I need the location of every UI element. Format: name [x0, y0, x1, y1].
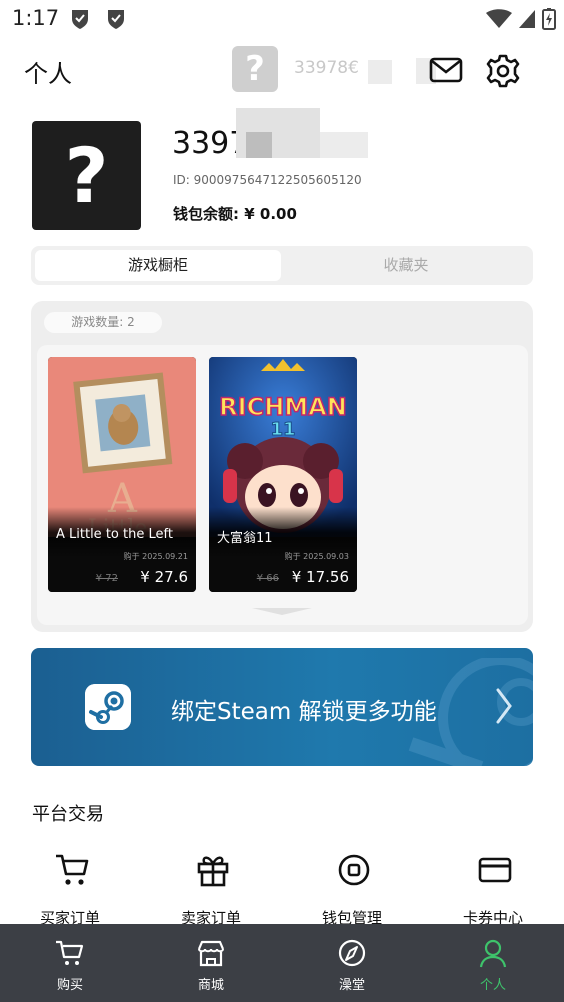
game-card[interactable]: RICHMAN 11 大富翁11 购于 2025.09.03 ¥ 66 ¥ 17…: [209, 357, 357, 592]
mini-username: 33978€: [294, 58, 359, 78]
game-list: A Little A Little to the Left 购于 2025.09…: [37, 345, 528, 625]
battery-icon: [542, 8, 556, 30]
person-icon: [479, 939, 507, 968]
original-price: ¥ 72: [95, 573, 118, 584]
game-card[interactable]: A Little A Little to the Left 购于 2025.09…: [48, 357, 196, 592]
status-bar: 1:17: [0, 0, 564, 38]
chevron-right-icon: [496, 688, 512, 724]
page-title: 个人: [24, 60, 72, 88]
svg-text:RICHMAN: RICHMAN: [219, 393, 347, 421]
original-price: ¥ 66: [256, 573, 279, 584]
svg-text:11: 11: [270, 419, 295, 440]
purchase-date: 购于 2025.09.03: [284, 552, 349, 561]
avatar[interactable]: ?: [32, 121, 141, 230]
section-title: 平台交易: [32, 804, 104, 825]
buyer-orders-button[interactable]: 买家订单: [20, 852, 120, 927]
paid-price: ¥ 27.6: [140, 568, 188, 586]
wifi-icon: [486, 9, 512, 28]
blur-redaction: [368, 60, 392, 84]
tab-game-cabinet[interactable]: 游戏橱柜: [35, 250, 281, 281]
nav-label: 购买: [56, 978, 83, 993]
purchase-date: 购于 2025.09.21: [123, 552, 188, 561]
chevron-down-icon[interactable]: [252, 606, 312, 616]
top-bar: 个人 ? 33978€: [0, 42, 564, 98]
gift-icon: [197, 856, 229, 887]
wallet-balance: 钱包余额: ¥ 0.00: [173, 205, 297, 223]
nav-label: 澡堂: [338, 978, 365, 993]
shield-notification-icon: [108, 10, 124, 29]
blur-redaction: [246, 132, 272, 158]
game-count-badge: 游戏数量: 2: [44, 312, 162, 333]
nav-item-bathhouse[interactable]: 澡堂: [307, 924, 397, 1002]
mail-icon[interactable]: [428, 52, 464, 88]
bind-steam-banner[interactable]: 绑定Steam 解锁更多功能: [31, 648, 533, 766]
blur-redaction: [320, 132, 368, 158]
bind-steam-label: 绑定Steam 解锁更多功能: [171, 699, 437, 725]
wallet-icon: [338, 854, 370, 886]
nav-item-profile[interactable]: 个人: [448, 924, 538, 1002]
status-time: 1:17: [12, 6, 60, 30]
nav-label: 商城: [197, 978, 224, 993]
paid-price: ¥ 17.56: [291, 568, 349, 586]
bottom-nav: 购买 商城 澡堂 个人: [0, 924, 564, 1002]
wallet-management-button[interactable]: 钱包管理: [302, 852, 402, 927]
compass-icon: [338, 939, 366, 967]
card-icon: [478, 857, 512, 883]
gear-icon[interactable]: [484, 52, 522, 90]
user-id: ID: 9000975647122505605120: [173, 173, 362, 187]
store-icon: [197, 940, 225, 967]
status-indicators: [486, 8, 556, 30]
nav-item-buy[interactable]: 购买: [25, 924, 115, 1002]
game-title: 大富翁11: [217, 531, 273, 546]
mini-avatar: ?: [232, 46, 278, 92]
shield-notification-icon: [72, 10, 88, 29]
steam-icon: [85, 684, 131, 730]
seller-orders-button[interactable]: 卖家订单: [161, 852, 261, 927]
cart-icon: [56, 940, 84, 965]
card-center-button[interactable]: 卡券中心: [443, 852, 543, 927]
signal-icon: [519, 10, 535, 28]
cart-icon: [56, 854, 89, 885]
nav-label: 个人: [479, 978, 506, 993]
nav-item-store[interactable]: 商城: [166, 924, 256, 1002]
game-title: A Little to the Left: [56, 527, 173, 542]
shelf-tabs: 游戏橱柜 收藏夹: [31, 246, 533, 285]
tab-favorites[interactable]: 收藏夹: [283, 250, 529, 281]
game-shelf: 游戏数量: 2 A Little A Little to the Left 购于…: [31, 301, 533, 632]
